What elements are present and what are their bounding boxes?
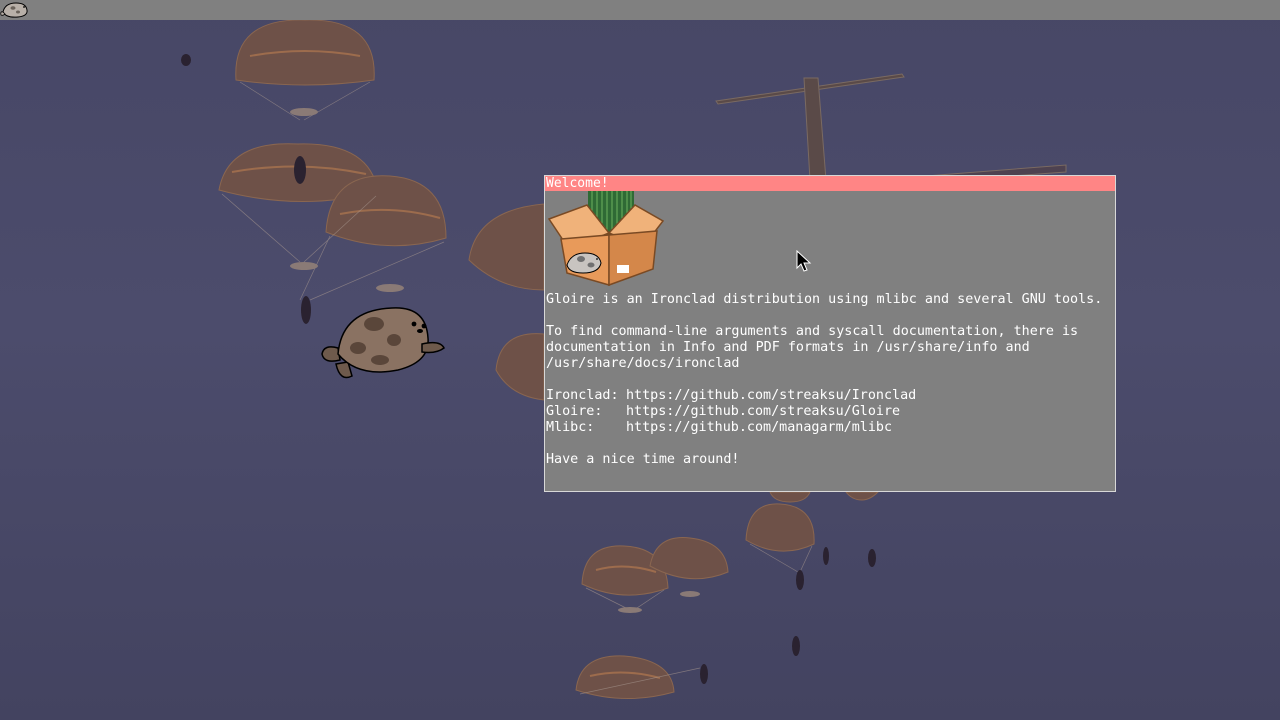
link-row-ironclad: Ironclad: https://github.com/streaksu/Iro… (546, 388, 1112, 404)
docs-text-line: documentation in Info and PDF formats in… (546, 340, 1030, 355)
mlibc-link[interactable]: https://github.com/managarm/mlibc (626, 420, 892, 435)
ironclad-link[interactable]: https://github.com/streaksu/Ironclad (626, 388, 916, 403)
intro-text: Gloire is an Ironclad distribution using… (546, 292, 1103, 307)
window-title: Welcome! (546, 176, 609, 191)
gloire-link[interactable]: https://github.com/streaksu/Gloire (626, 404, 900, 419)
seal-icon (321, 307, 445, 379)
closing-text: Have a nice time around! (546, 452, 740, 467)
welcome-window[interactable]: Welcome! Gloire is an Ironclad distribut… (544, 175, 1116, 492)
link-label: Mlibc: (546, 420, 595, 435)
welcome-text: Gloire is an Ironclad distribution using… (546, 292, 1112, 468)
airplane-silhouette (715, 73, 1067, 185)
window-titlebar[interactable]: Welcome! (545, 176, 1115, 191)
docs-text-line: /usr/share/docs/ironclad (546, 356, 740, 371)
taskbar (0, 0, 1280, 20)
seal-icon[interactable] (0, 0, 32, 20)
link-label: Ironclad: (546, 388, 619, 403)
cursor-icon (796, 250, 812, 272)
link-label: Gloire: (546, 404, 603, 419)
link-row-mlibc: Mlibc: https://github.com/managarm/mlibc (546, 420, 1112, 436)
link-row-gloire: Gloire: https://github.com/streaksu/Gloir… (546, 404, 1112, 420)
docs-text-line: To find command-line arguments and sysca… (546, 324, 1079, 339)
box-icon (547, 191, 665, 287)
